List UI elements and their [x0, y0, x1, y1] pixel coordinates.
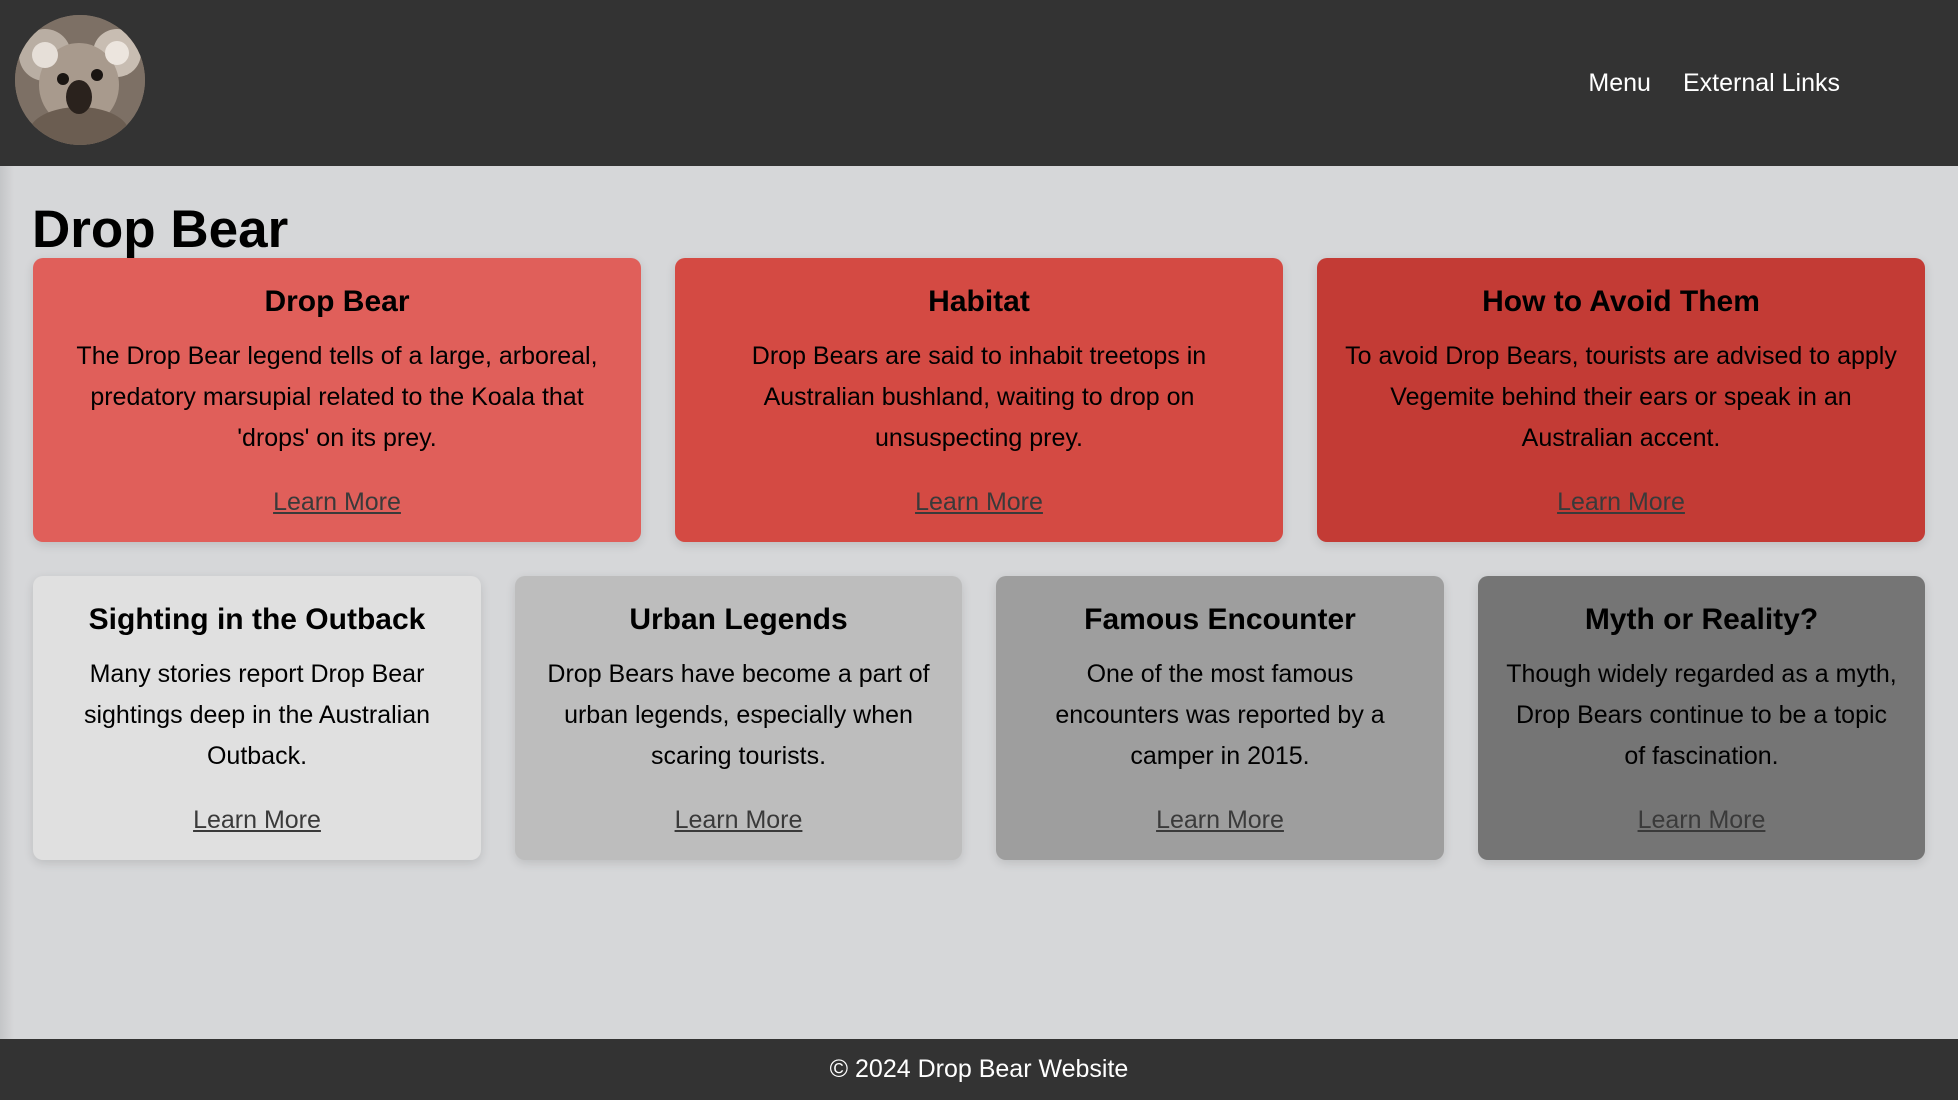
nav-menu-link[interactable]: Menu	[1588, 66, 1651, 100]
learn-more-link[interactable]: Learn More	[33, 804, 481, 836]
card-text: To avoid Drop Bears, tourists are advise…	[1345, 342, 1897, 452]
card-title: Sighting in the Outback	[88, 603, 426, 636]
card-urban-legends: Urban Legends Drop Bears have become a p…	[515, 576, 962, 860]
card-text: One of the most famous encounters was re…	[1055, 660, 1385, 770]
card-text: Though widely regarded as a myth, Drop B…	[1506, 660, 1897, 770]
page-title: Drop Bear	[32, 200, 289, 259]
card-text: The Drop Bear legend tells of a large, a…	[76, 342, 598, 452]
card-habitat: Habitat Drop Bears are said to inhabit t…	[675, 258, 1283, 542]
card-drop-bear: Drop Bear The Drop Bear legend tells of …	[33, 258, 641, 542]
card-myth-or-reality: Myth or Reality? Though widely regarded …	[1478, 576, 1925, 860]
card-title: Drop Bear	[264, 285, 410, 318]
card-text: Drop Bears are said to inhabit treetops …	[751, 342, 1207, 452]
card-text: Drop Bears have become a part of urban l…	[547, 660, 930, 770]
site-footer: © 2024 Drop Bear Website	[0, 1039, 1958, 1100]
card-title: How to Avoid Them	[1482, 285, 1760, 318]
card-sighting-outback: Sighting in the Outback Many stories rep…	[33, 576, 481, 860]
main-content: Drop Bear Drop Bear The Drop Bear legend…	[0, 166, 1958, 1039]
learn-more-link[interactable]: Learn More	[515, 804, 962, 836]
card-title: Myth or Reality?	[1584, 603, 1819, 636]
main-nav: Menu External Links	[1588, 66, 1840, 100]
learn-more-link[interactable]: Learn More	[1317, 486, 1925, 518]
learn-more-link[interactable]: Learn More	[996, 804, 1444, 836]
card-title: Urban Legends	[629, 603, 848, 636]
card-famous-encounter: Famous Encounter One of the most famous …	[996, 576, 1444, 860]
koala-avatar-icon[interactable]	[15, 15, 145, 145]
learn-more-link[interactable]: Learn More	[33, 486, 641, 518]
learn-more-link[interactable]: Learn More	[1478, 804, 1925, 836]
card-text: Many stories report Drop Bear sightings …	[83, 660, 431, 770]
card-title: Famous Encounter	[1084, 603, 1356, 636]
learn-more-link[interactable]: Learn More	[675, 486, 1283, 518]
card-how-to-avoid: How to Avoid Them To avoid Drop Bears, t…	[1317, 258, 1925, 542]
card-title: Habitat	[928, 285, 1030, 318]
site-header: Menu External Links	[0, 0, 1958, 166]
nav-external-links[interactable]: External Links	[1683, 66, 1840, 100]
